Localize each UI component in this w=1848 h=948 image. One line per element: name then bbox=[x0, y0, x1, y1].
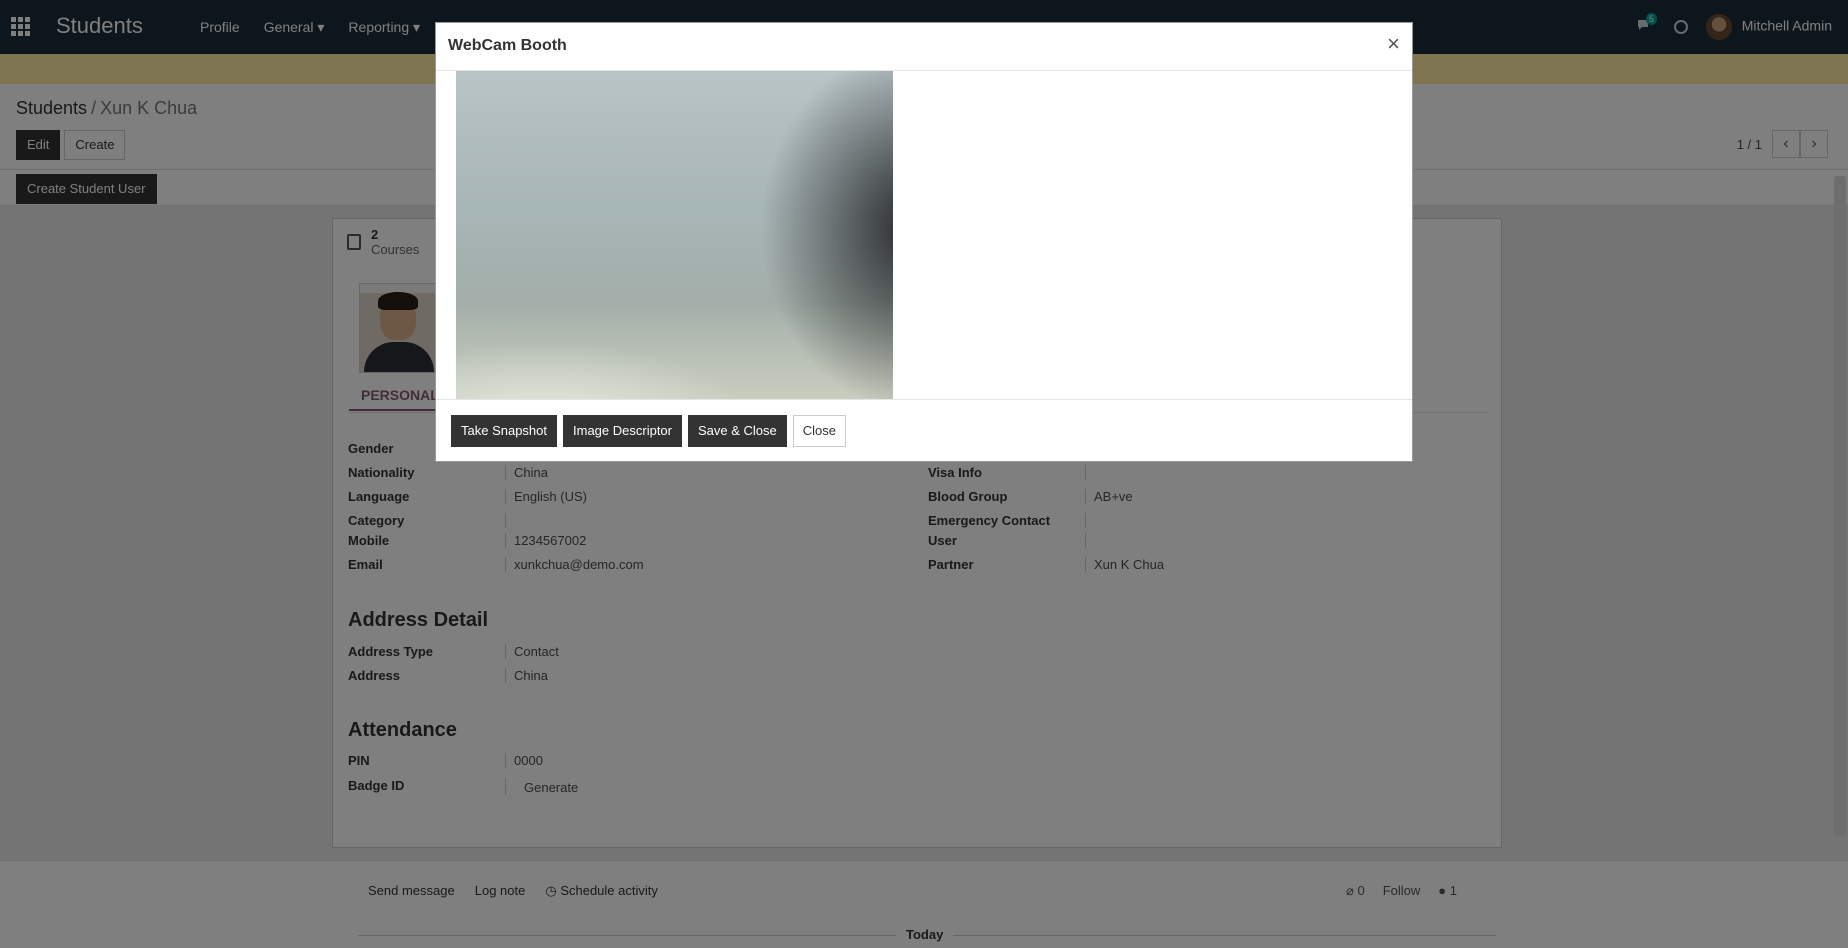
close-icon[interactable]: × bbox=[1387, 32, 1400, 56]
webcam-booth-dialog: WebCam Booth × Take Snapshot Image Descr… bbox=[435, 22, 1413, 462]
modal-footer: Take Snapshot Image Descriptor Save & Cl… bbox=[436, 399, 1412, 461]
modal-header: WebCam Booth × bbox=[436, 23, 1412, 71]
close-button[interactable]: Close bbox=[792, 415, 847, 447]
image-descriptor-button[interactable]: Image Descriptor bbox=[563, 415, 682, 447]
modal-title: WebCam Booth bbox=[448, 37, 567, 54]
webcam-preview bbox=[456, 71, 893, 399]
take-snapshot-button[interactable]: Take Snapshot bbox=[451, 415, 558, 447]
save-and-close-button[interactable]: Save & Close bbox=[688, 415, 787, 447]
